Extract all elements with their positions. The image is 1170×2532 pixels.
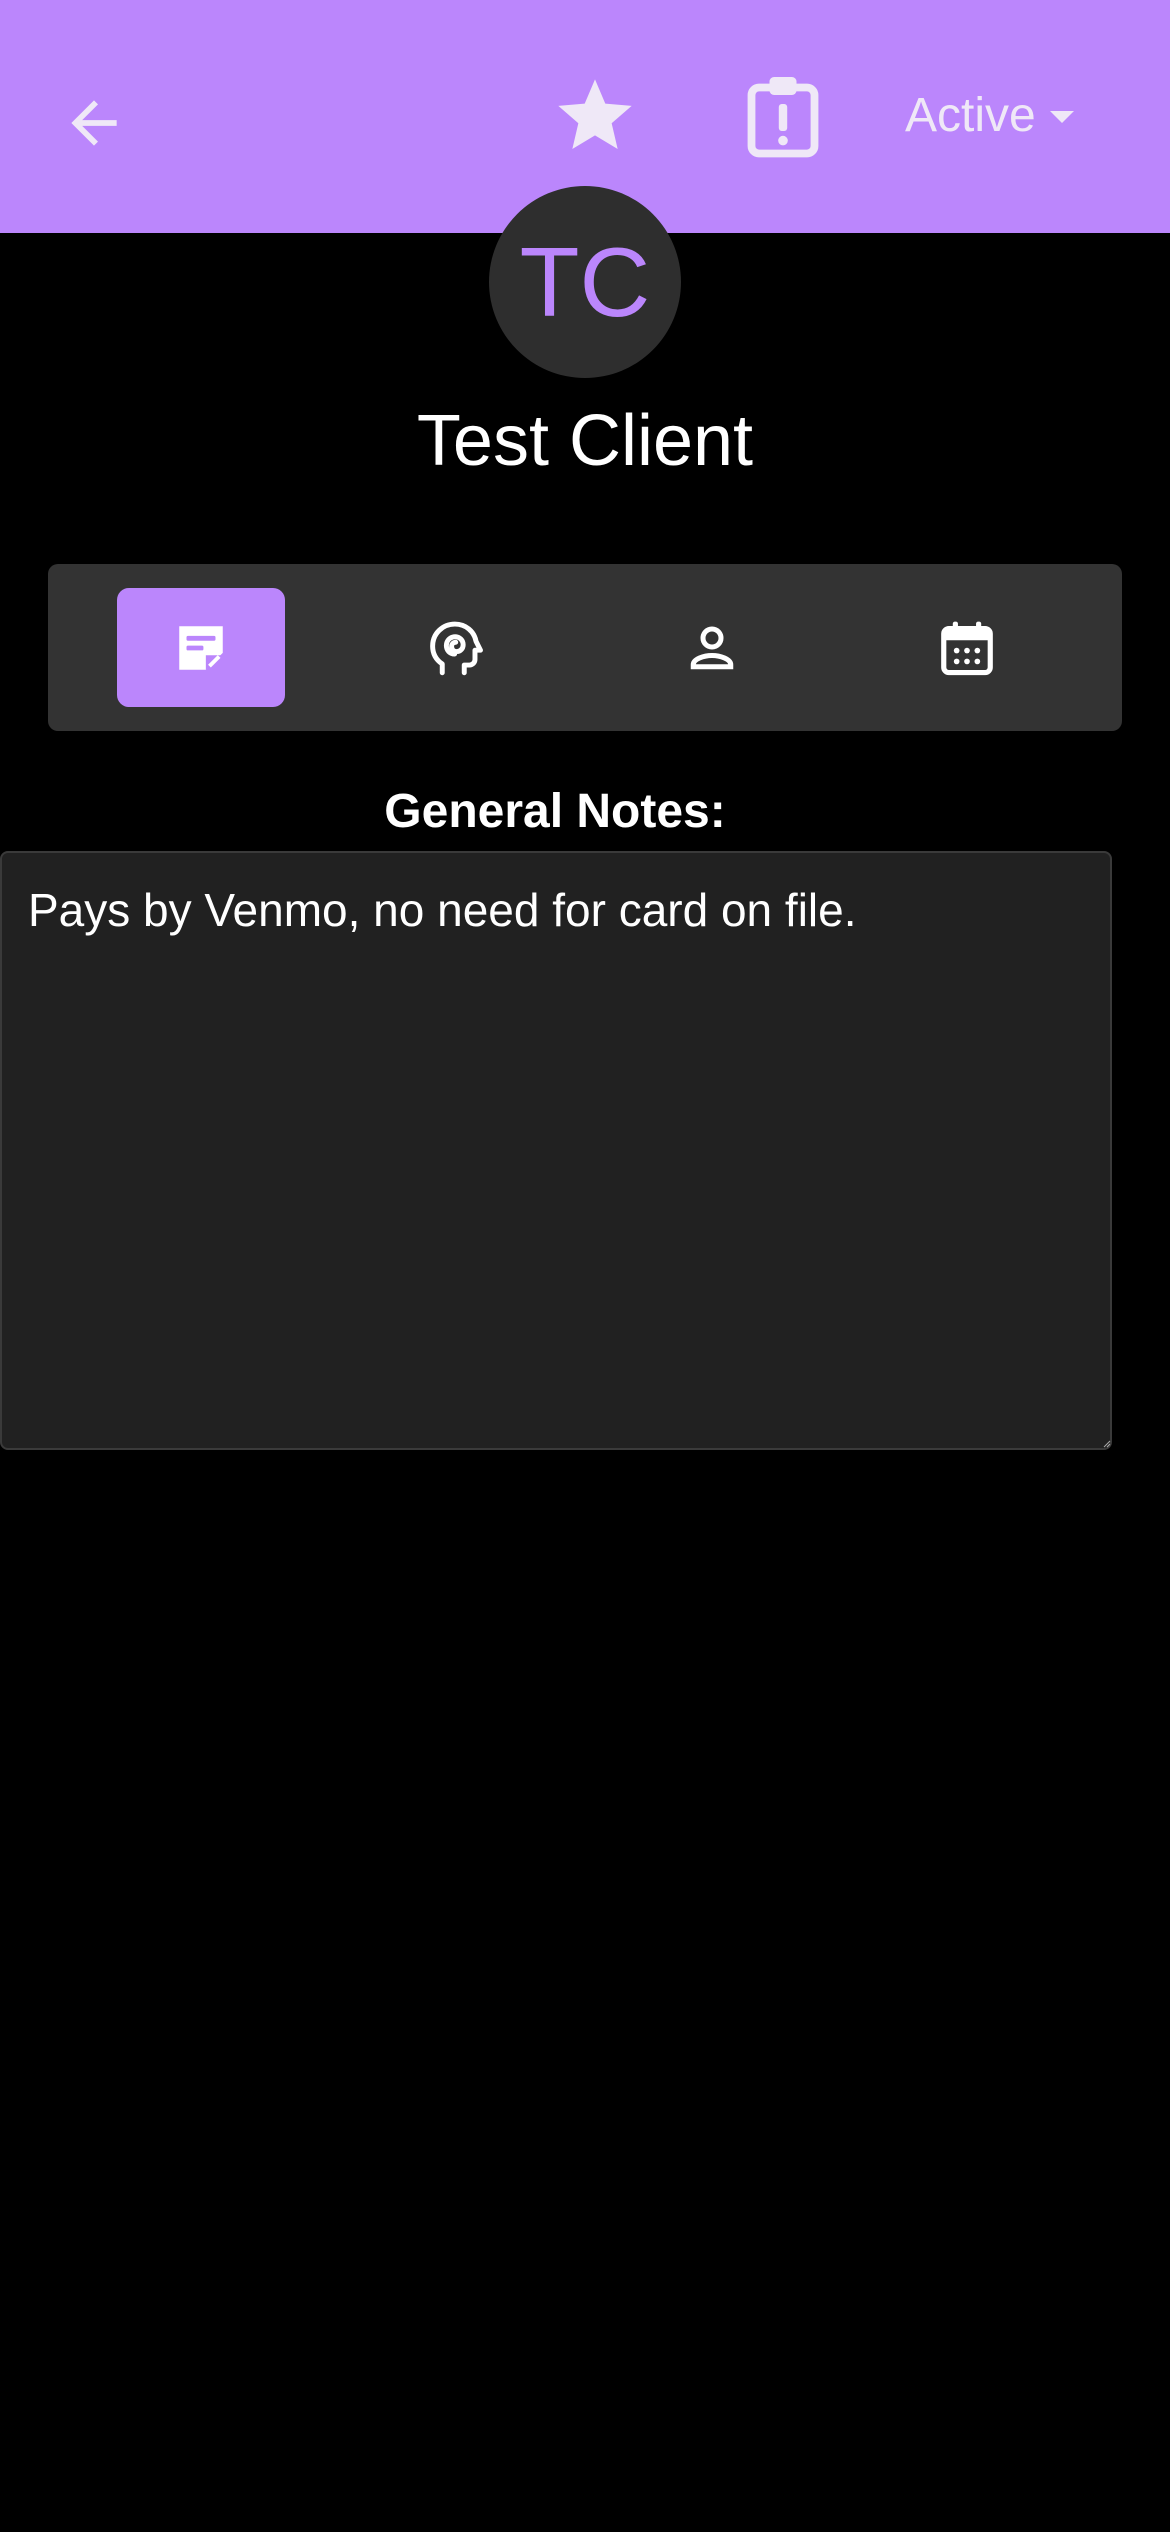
alert-clipboard-button[interactable] (733, 66, 833, 166)
caret-down-icon (1049, 111, 1074, 123)
clipboard-alert-icon (747, 77, 819, 158)
general-notes-label: General Notes: (384, 785, 726, 838)
resize-grip-icon[interactable] (1103, 1440, 1111, 1448)
section-tab-bar (48, 564, 1122, 731)
client-detail-screen: Active TC Test Client General Notes: Pay… (0, 0, 1170, 2532)
avatar-initials: TC (519, 226, 651, 337)
tab-mind[interactable] (372, 588, 540, 707)
general-notes-value: Pays by Venmo, no need for card on file. (28, 884, 857, 936)
avatar: TC (489, 186, 681, 378)
star-icon (558, 79, 632, 149)
back-button[interactable] (44, 78, 144, 168)
tab-profile[interactable] (628, 588, 796, 707)
tab-notes[interactable] (117, 588, 285, 707)
general-notes-textarea[interactable]: Pays by Venmo, no need for card on file. (0, 851, 1112, 1450)
calendar-icon (941, 621, 993, 675)
person-icon (690, 626, 734, 669)
note-icon (179, 625, 223, 670)
status-dropdown[interactable]: Active (905, 80, 1074, 150)
mind-head-icon (430, 621, 483, 675)
status-value: Active (905, 88, 1036, 142)
client-name: Test Client (416, 401, 754, 481)
arrow-left-icon (71, 100, 117, 146)
favorite-button[interactable] (545, 66, 645, 166)
tab-calendar[interactable] (883, 588, 1051, 707)
